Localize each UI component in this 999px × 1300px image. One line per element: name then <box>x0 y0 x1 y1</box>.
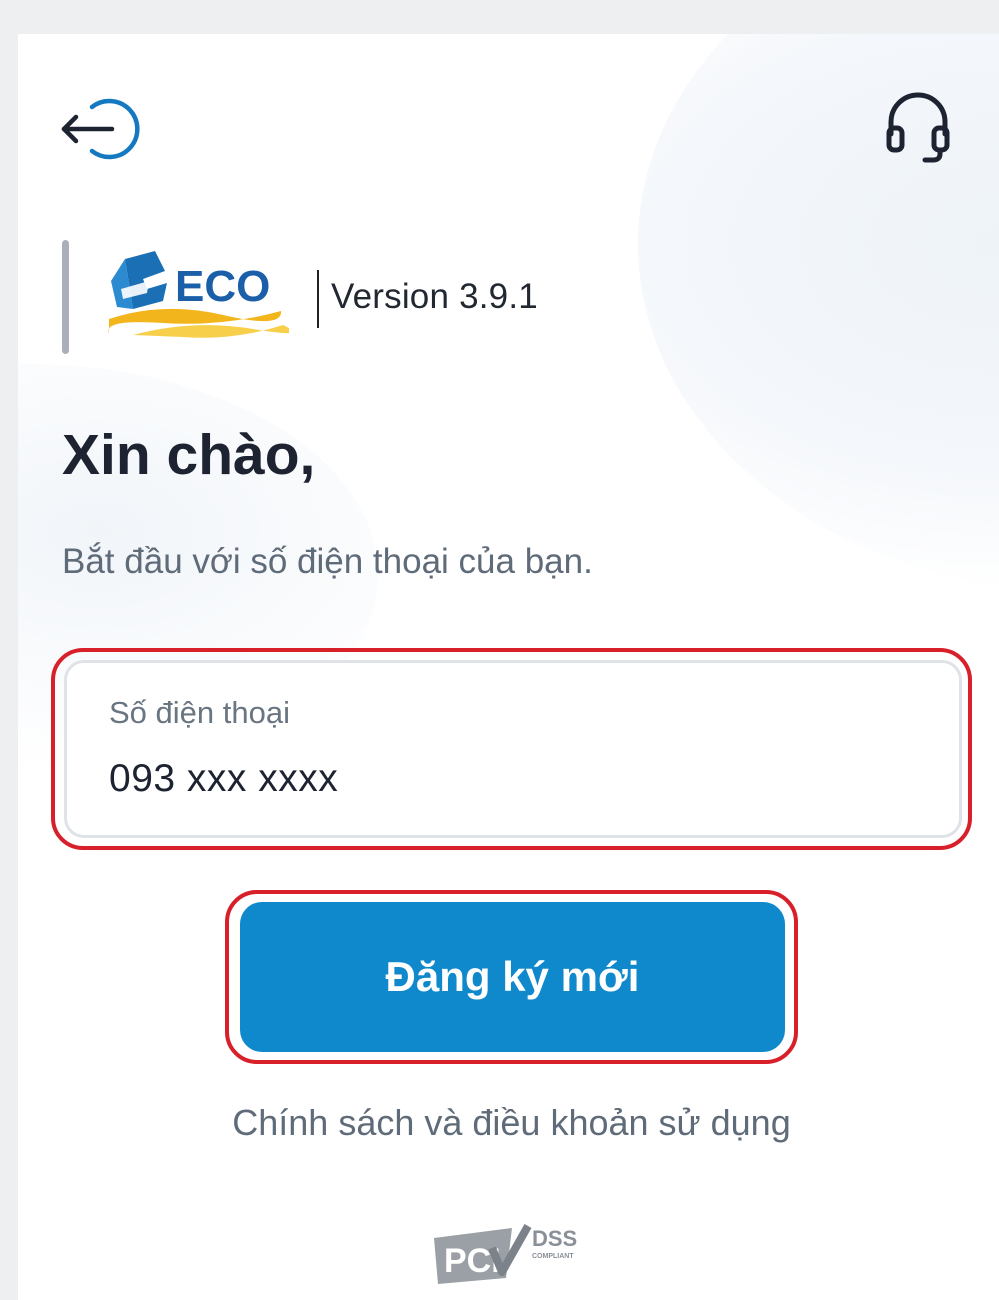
logo-text: ECO <box>175 262 270 311</box>
eco-logo: ECO <box>108 251 289 338</box>
pci-dss-badge: PCI DSS COMPLIANT <box>434 1224 577 1284</box>
version-separator <box>317 270 319 328</box>
page-title: Xin chào, <box>62 423 316 487</box>
register-button[interactable]: Đăng ký mới <box>240 902 785 1052</box>
subtitle: Bắt đầu với số điện thoại của bạn. <box>62 542 593 581</box>
app-screen: ECO Version 3.9.1 Xin chào, Bắt đầu với … <box>18 34 999 1300</box>
back-button[interactable] <box>46 84 146 174</box>
dss-text: DSS <box>532 1226 577 1251</box>
logout-arrow-icon <box>61 98 140 160</box>
brand-accent-bar <box>62 240 69 354</box>
support-button[interactable] <box>868 82 968 172</box>
terms-link[interactable]: Chính sách và điều khoản sử dụng <box>18 1102 999 1144</box>
headset-icon <box>886 92 950 163</box>
phone-field[interactable]: Số điện thoại 093 xxx xxxx <box>64 660 962 838</box>
phone-input[interactable]: 093 xxx xxxx <box>109 757 338 801</box>
pci-text: PCI <box>444 1242 501 1280</box>
version-label: Version 3.9.1 <box>331 277 538 316</box>
phone-field-label: Số điện thoại <box>109 695 290 730</box>
compliant-text: COMPLIANT <box>532 1253 574 1260</box>
brand-header: ECO Version 3.9.1 <box>62 240 538 354</box>
